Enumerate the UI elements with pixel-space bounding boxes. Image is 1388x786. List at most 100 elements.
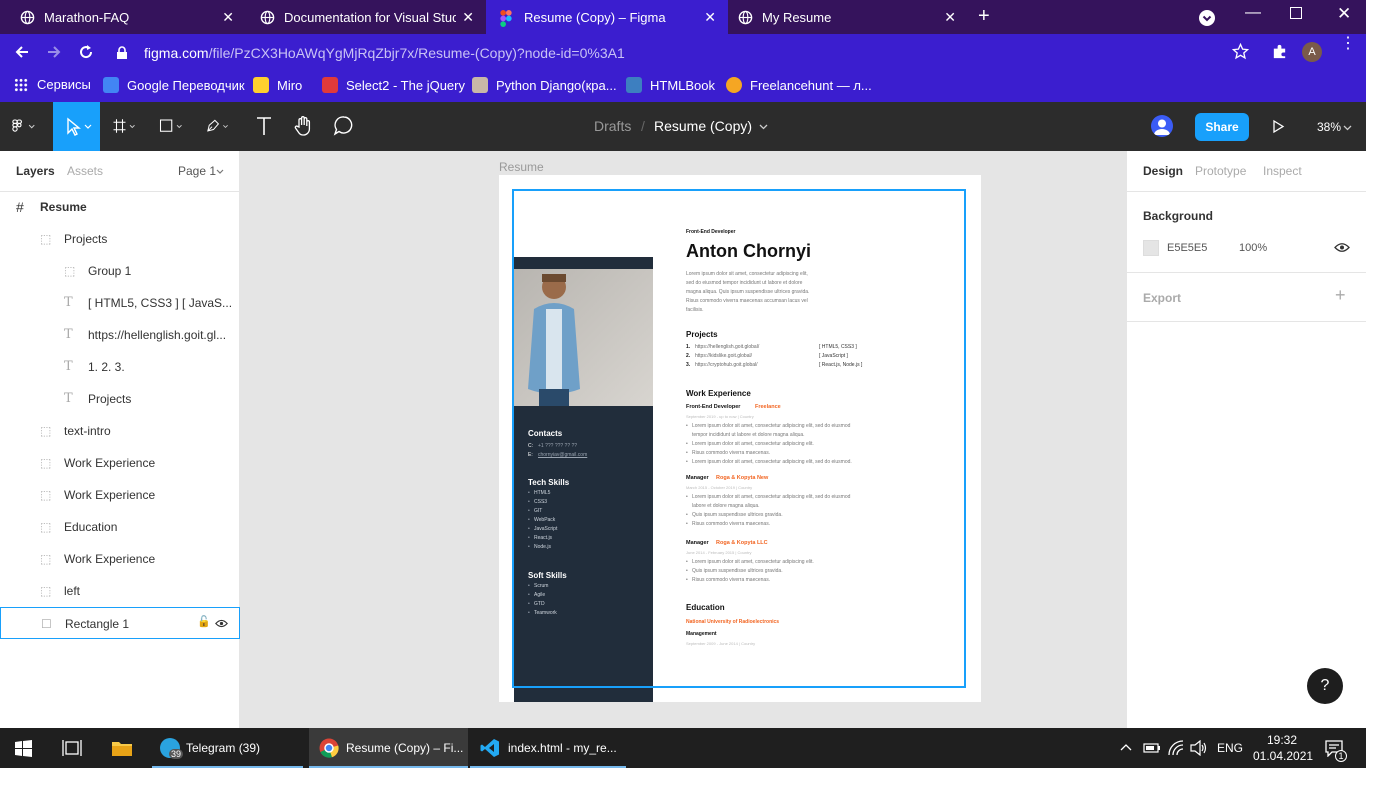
layer-row[interactable]: ⬚ Work Experience (0, 543, 240, 575)
tab-assets[interactable]: Assets (67, 164, 103, 178)
file-explorer-icon[interactable] (111, 739, 133, 757)
eye-icon[interactable] (1334, 242, 1350, 253)
tab-figma-resume[interactable]: Resume (Copy) – Figma ✕ (486, 0, 728, 34)
browser-tab-bar: Marathon-FAQ ✕ Documentation for Visual … (0, 0, 1366, 34)
cursor-icon (67, 117, 92, 136)
hand-tool-icon[interactable] (292, 114, 316, 138)
bg-color-swatch[interactable] (1143, 240, 1159, 256)
layer-rect-icon: ☐ (41, 617, 52, 631)
tab-my-resume[interactable]: My Resume ✕ (728, 0, 968, 34)
layer-row[interactable]: ⬚ Work Experience (0, 447, 240, 479)
comment-tool-icon[interactable] (332, 114, 356, 138)
play-icon[interactable] (1271, 119, 1285, 134)
taskbar-chrome[interactable]: Resume (Copy) – Fi... (309, 728, 468, 768)
canvas[interactable]: Resume Contacts С: +1 ??? ??? ?? ?? E: c… (240, 151, 1126, 728)
file-name[interactable]: Resume (Copy) (654, 118, 752, 134)
frame-tool-icon[interactable] (112, 114, 136, 138)
bookmark-select2[interactable]: Select2 - The jQuery (322, 77, 465, 93)
rectangle-tool-icon[interactable] (159, 114, 183, 138)
language-indicator[interactable]: ENG (1217, 741, 1243, 755)
eye-icon[interactable] (215, 619, 228, 628)
layer-label: [ HTML5, CSS3 ] [ JavaS... (88, 296, 233, 310)
bookmark-freelancehunt[interactable]: Freelancehunt — л... (726, 77, 872, 93)
windows-start-icon[interactable] (15, 740, 32, 757)
bookmark-google-translate[interactable]: Google Переводчик (103, 77, 245, 93)
bg-opacity-field[interactable]: 100% (1239, 242, 1267, 254)
layer-row[interactable]: Thttps://hellenglish.goit.gl... (0, 319, 240, 351)
text-tool-icon[interactable] (253, 114, 277, 138)
chevron-up-icon[interactable] (1120, 743, 1132, 751)
user-avatar[interactable] (1151, 115, 1173, 137)
layer-row[interactable]: ⬚ left (0, 575, 240, 607)
help-button[interactable]: ? (1307, 668, 1343, 704)
zoom-level[interactable]: 38% (1317, 120, 1341, 134)
tab-title: My Resume (762, 9, 832, 25)
chevron-down-icon[interactable] (759, 124, 768, 130)
frame-label[interactable]: Resume (499, 160, 544, 174)
tab-design[interactable]: Design (1143, 164, 1183, 178)
pen-tool-icon[interactable] (205, 114, 229, 138)
layer-row[interactable]: # Resume (0, 191, 240, 223)
wifi-icon[interactable] (1167, 740, 1185, 756)
move-tool-button[interactable] (53, 102, 100, 151)
volume-icon[interactable] (1190, 740, 1208, 756)
add-export-button[interactable]: + (1335, 285, 1346, 306)
close-icon[interactable]: ✕ (222, 9, 234, 26)
layer-row[interactable]: ⬚ text-intro (0, 415, 240, 447)
layer-row[interactable]: T [ HTML5, CSS3 ] [ JavaS... (0, 287, 240, 319)
back-icon[interactable] (13, 43, 31, 61)
bookmark-python-django[interactable]: Python Django(кра... (472, 77, 617, 93)
layer-row[interactable]: T Projects (0, 383, 240, 415)
layer-row[interactable]: ⬚ Education (0, 511, 240, 543)
reload-icon[interactable] (77, 43, 95, 61)
menu-icon[interactable]: ⋮ (1340, 36, 1356, 52)
layer-group-icon: ⬚ (40, 584, 52, 598)
profile-avatar[interactable]: A (1302, 42, 1322, 62)
screen-margin (1366, 0, 1388, 768)
layer-row[interactable]: ⬚ Work Experience (0, 479, 240, 511)
restore-button[interactable] (1290, 7, 1302, 19)
clock-time[interactable]: 19:32 (1267, 733, 1297, 747)
figma-menu-icon[interactable] (12, 114, 36, 138)
tab-prototype[interactable]: Prototype (1195, 164, 1246, 178)
layer-row[interactable]: ☐ Rectangle 1 🔓 (0, 607, 240, 639)
breadcrumb-drafts[interactable]: Drafts (594, 118, 631, 134)
taskbar-telegram[interactable]: 39 Telegram (39) (152, 728, 303, 768)
tab-inspect[interactable]: Inspect (1263, 164, 1302, 178)
task-view-icon[interactable] (62, 739, 82, 757)
tab-layers[interactable]: Layers (16, 164, 55, 178)
bookmark-htmlbook[interactable]: HTMLBook (626, 77, 715, 93)
battery-icon[interactable] (1143, 740, 1161, 755)
bg-hex-field[interactable]: E5E5E5 (1167, 242, 1207, 254)
tab-search-icon[interactable] (1199, 10, 1215, 26)
tab-marathon-faq[interactable]: Marathon-FAQ ✕ (0, 0, 246, 34)
page-select[interactable]: Page 1 (178, 164, 216, 178)
close-icon[interactable]: ✕ (462, 9, 474, 26)
layer-label: Work Experience (64, 488, 156, 502)
selection-outline[interactable] (512, 189, 966, 688)
forward-icon[interactable] (45, 43, 63, 61)
vscode-icon (480, 739, 499, 757)
new-tab-button[interactable]: + (978, 5, 990, 28)
notification-count: 1 (1335, 750, 1347, 762)
layer-row[interactable]: ⬚ Group 1 (0, 255, 240, 287)
taskbar-vscode[interactable]: index.html - my_re... (470, 728, 626, 768)
bookmark-apps[interactable]: Сервисы (14, 77, 91, 92)
close-icon[interactable]: ✕ (944, 9, 956, 26)
tab-documentation[interactable]: Documentation for Visual Studio ✕ (246, 0, 486, 34)
layer-row[interactable]: ⬚ Projects (0, 223, 240, 255)
extensions-icon[interactable] (1271, 43, 1288, 60)
layer-row[interactable]: T 1. 2. 3. (0, 351, 240, 383)
htmlbook-icon (626, 77, 642, 93)
close-icon[interactable]: ✕ (704, 9, 716, 26)
layer-label: Group 1 (88, 264, 132, 278)
chevron-down-icon[interactable] (216, 169, 224, 174)
select2-icon (322, 77, 338, 93)
clock-date[interactable]: 01.04.2021 (1253, 749, 1313, 763)
url-field[interactable]: figma.com/file/PzCX3HoAWqYgMjRqZbjr7x/Re… (112, 41, 1262, 65)
bookmark-miro[interactable]: Miro (253, 77, 302, 93)
minimize-button[interactable]: — (1245, 4, 1261, 22)
window-close-button[interactable]: ✕ (1337, 4, 1351, 24)
layer-label: https://hellenglish.goit.gl... (88, 328, 227, 342)
share-button[interactable]: Share (1195, 113, 1249, 141)
